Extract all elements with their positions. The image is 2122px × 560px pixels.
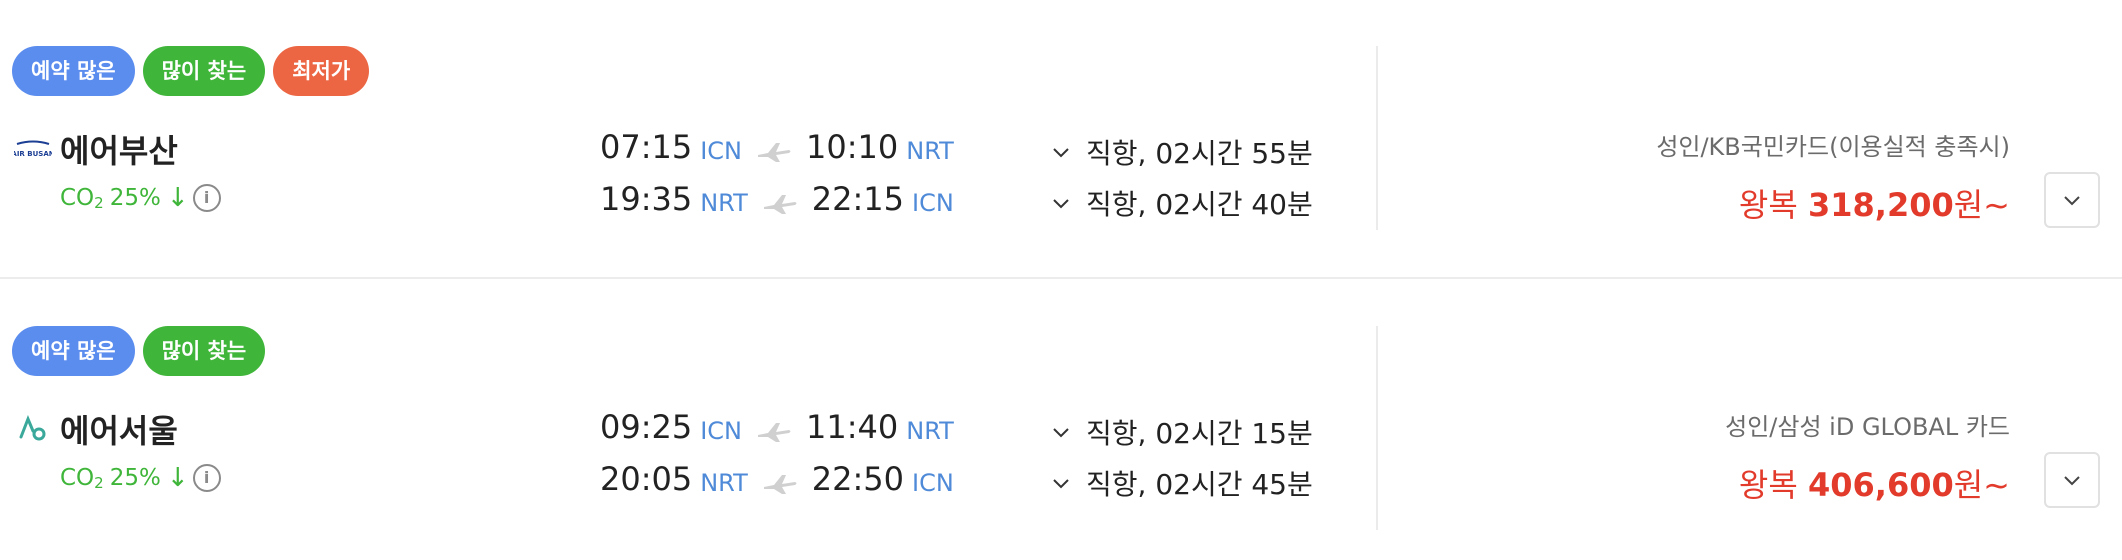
flight-card-air-seoul[interactable]: 예약 많은 많이 찾는 에어서울 CO 2 25% ↓ i 09:25 ICN 11:… bbox=[0, 280, 2122, 560]
chevron-down-icon bbox=[1050, 141, 1072, 163]
outbound-duration-toggle[interactable]: 직항, 02시간 55분 bbox=[1050, 132, 1313, 172]
arrival-airport: ICN bbox=[911, 189, 954, 217]
air-busan-logo: AIR BUSAN bbox=[14, 129, 52, 169]
airline-info: 에어서울 bbox=[14, 406, 178, 452]
plane-icon bbox=[762, 471, 798, 495]
plane-icon bbox=[756, 419, 792, 443]
badge-most-searched: 많이 찾는 bbox=[142, 46, 266, 96]
badge-popular-booking: 예약 많은 bbox=[12, 46, 135, 96]
airline-name: 에어서울 bbox=[60, 412, 178, 450]
arrival-time: 10:10 bbox=[806, 128, 899, 166]
down-arrow-icon: ↓ bbox=[166, 463, 189, 493]
divider bbox=[1376, 326, 1378, 530]
plane-icon bbox=[756, 139, 792, 163]
duration-text: 직항, 02시간 55분 bbox=[1086, 137, 1313, 170]
return-leg: 20:05 NRT 22:50 ICN bbox=[600, 460, 954, 498]
departure-time: 20:05 bbox=[600, 460, 693, 498]
price-prefix: 왕복 bbox=[1738, 186, 1808, 224]
card-discount-condition: 성인/삼성 iD GLOBAL 카드 bbox=[1725, 413, 2010, 441]
departure-airport: ICN bbox=[700, 137, 743, 165]
chevron-down-icon bbox=[2064, 196, 2080, 206]
card-separator bbox=[0, 277, 2122, 279]
co2-value: 25% bbox=[109, 465, 161, 491]
badge-most-searched: 많이 찾는 bbox=[142, 326, 266, 376]
departure-airport: ICN bbox=[700, 417, 743, 445]
return-duration-toggle[interactable]: 직항, 02시간 45분 bbox=[1050, 463, 1313, 503]
return-duration-toggle[interactable]: 직항, 02시간 40분 bbox=[1050, 183, 1313, 223]
info-icon[interactable]: i bbox=[192, 464, 221, 492]
duration-text: 직항, 02시간 40분 bbox=[1086, 188, 1313, 221]
departure-time: 09:25 bbox=[600, 408, 693, 446]
price-prefix: 왕복 bbox=[1738, 466, 1808, 504]
departure-airport: NRT bbox=[700, 469, 748, 497]
departure-time: 19:35 bbox=[600, 180, 693, 218]
flight-card-air-busan[interactable]: 예약 많은 많이 찾는 최저가 AIR BUSAN 에어부산 CO 2 25% ↓ i… bbox=[0, 0, 2122, 280]
arrival-airport: NRT bbox=[906, 137, 954, 165]
chevron-down-icon bbox=[1050, 472, 1072, 494]
co2-label: CO bbox=[60, 185, 95, 211]
duration-text: 직항, 02시간 45분 bbox=[1086, 468, 1313, 501]
co2-label: CO bbox=[60, 465, 95, 491]
co2-value: 25% bbox=[109, 185, 161, 211]
info-icon[interactable]: i bbox=[192, 184, 221, 212]
departure-time: 07:15 bbox=[600, 128, 693, 166]
badge-group: 예약 많은 많이 찾는 bbox=[12, 326, 266, 376]
card-discount-condition: 성인/KB국민카드(이용실적 충족시) bbox=[1656, 133, 2010, 161]
badge-group: 예약 많은 많이 찾는 최저가 bbox=[12, 46, 370, 96]
svg-text:AIR BUSAN: AIR BUSAN bbox=[14, 150, 52, 158]
air-seoul-logo bbox=[14, 409, 52, 449]
expand-details-button[interactable] bbox=[2044, 452, 2100, 508]
badge-lowest-price: 최저가 bbox=[273, 46, 370, 96]
price-suffix: 원~ bbox=[1953, 466, 2010, 504]
outbound-leg: 09:25 ICN 11:40 NRT bbox=[600, 408, 954, 446]
chevron-down-icon bbox=[2064, 476, 2080, 486]
airline-info: AIR BUSAN 에어부산 bbox=[14, 126, 178, 172]
outbound-duration-toggle[interactable]: 직항, 02시간 15분 bbox=[1050, 412, 1313, 452]
co2-indicator: CO 2 25% ↓ i bbox=[60, 463, 221, 493]
co2-indicator: CO 2 25% ↓ i bbox=[60, 183, 221, 213]
badge-popular-booking: 예약 많은 bbox=[12, 326, 135, 376]
departure-airport: NRT bbox=[700, 189, 748, 217]
co2-subscript: 2 bbox=[94, 194, 104, 212]
duration-text: 직항, 02시간 15분 bbox=[1086, 417, 1313, 450]
arrival-airport: ICN bbox=[911, 469, 954, 497]
price: 왕복 406,600원~ bbox=[1739, 460, 2010, 506]
plane-icon bbox=[762, 191, 798, 215]
price: 왕복 318,200원~ bbox=[1739, 180, 2010, 226]
price-suffix: 원~ bbox=[1953, 186, 2010, 224]
arrival-time: 11:40 bbox=[806, 408, 899, 446]
airline-name: 에어부산 bbox=[60, 132, 178, 170]
chevron-down-icon bbox=[1050, 192, 1072, 214]
arrival-airport: NRT bbox=[906, 417, 954, 445]
divider bbox=[1376, 46, 1378, 230]
outbound-leg: 07:15 ICN 10:10 NRT bbox=[600, 128, 954, 166]
arrival-time: 22:15 bbox=[811, 180, 904, 218]
expand-details-button[interactable] bbox=[2044, 172, 2100, 228]
co2-subscript: 2 bbox=[94, 474, 104, 492]
arrival-time: 22:50 bbox=[811, 460, 904, 498]
chevron-down-icon bbox=[1050, 421, 1072, 443]
price-amount: 406,600 bbox=[1807, 466, 1954, 504]
return-leg: 19:35 NRT 22:15 ICN bbox=[600, 180, 954, 218]
down-arrow-icon: ↓ bbox=[166, 183, 189, 213]
price-amount: 318,200 bbox=[1807, 186, 1954, 224]
